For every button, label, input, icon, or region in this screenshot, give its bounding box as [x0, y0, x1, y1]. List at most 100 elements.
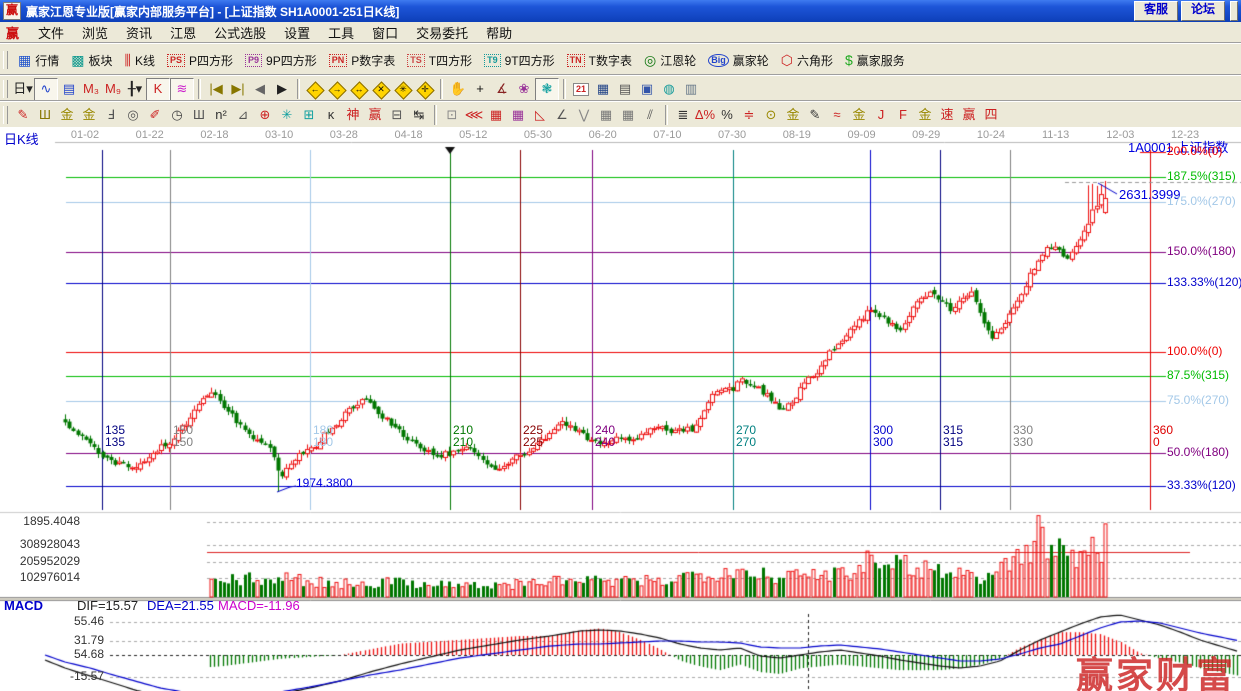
trend-curve-mode-icon[interactable]: ∿	[34, 78, 58, 101]
spiral-tool-icon[interactable]: ◎	[122, 105, 144, 126]
hexagon-button[interactable]: ⬡六角形	[775, 49, 839, 72]
goto-last-icon[interactable]: ▶|	[227, 79, 249, 100]
wave-valley-icon[interactable]: ⋁	[573, 105, 595, 126]
kline-period-menu-icon[interactable]: 日▾	[12, 79, 34, 100]
menu-browse[interactable]: 浏览	[73, 21, 117, 44]
p-square-button[interactable]: PSP四方形	[161, 49, 239, 72]
9p-square-button[interactable]: P99P四方形	[239, 49, 323, 72]
gann-rays-icon[interactable]: ⋘	[463, 105, 485, 126]
publish-web-icon[interactable]: ◍	[658, 79, 680, 100]
price-grid-icon[interactable]: ▦	[595, 105, 617, 126]
candle-style-menu-icon[interactable]: ╂▾	[124, 79, 146, 100]
calendar-icon[interactable]: 21	[570, 79, 592, 100]
trend-angle-lines-icon[interactable]: ∠	[551, 105, 573, 126]
date-axis-label: 11-13	[1042, 129, 1069, 142]
gann-grid-purple-icon[interactable]: ▦	[507, 105, 529, 126]
t-number-table-button[interactable]: TNT数字表	[561, 49, 638, 72]
cycle-comb-icon[interactable]: Ш	[188, 105, 210, 126]
four-angle-icon[interactable]: 四	[980, 105, 1002, 126]
compass-target-icon[interactable]: ⊕	[254, 105, 276, 126]
market-quotes-button[interactable]: ▦行情	[12, 49, 65, 72]
golden-section-icon[interactable]: 金	[848, 105, 870, 126]
angle-ruler-icon[interactable]: ⊿	[232, 105, 254, 126]
sectors-button[interactable]: ▩板块	[65, 49, 118, 72]
golden-lines-icon[interactable]: 金	[782, 105, 804, 126]
golden-angle-icon[interactable]: 金	[914, 105, 936, 126]
angle-measure-tool-icon[interactable]: ∡	[491, 79, 513, 100]
winner-service-button[interactable]: $赢家服务	[839, 49, 911, 72]
menu-gann[interactable]: 江恩	[161, 21, 205, 44]
winner-angle-icon[interactable]: 赢	[958, 105, 980, 126]
shrink-horizontal-icon[interactable]: ←	[304, 79, 326, 100]
menu-formula-stock-pick[interactable]: 公式选股	[205, 21, 275, 44]
pen-candle-icon[interactable]: ✎	[804, 105, 826, 126]
customer-service-button[interactable]: 客服	[1134, 1, 1178, 21]
crosshair-tool-icon[interactable]: +	[469, 79, 491, 100]
delta-percent-icon[interactable]: Δ%	[694, 105, 716, 126]
menu-help[interactable]: 帮助	[477, 21, 521, 44]
width-arrows-icon[interactable]: ↹	[408, 105, 430, 126]
bars-9-icon[interactable]: M₉	[102, 79, 124, 100]
calculator-icon[interactable]: ▦	[592, 79, 614, 100]
menu-tools[interactable]: 工具	[319, 21, 363, 44]
grid-target-icon[interactable]: ⊞	[298, 105, 320, 126]
stats-panel-icon[interactable]: ≣	[672, 105, 694, 126]
expand-all-icon[interactable]: ✳	[392, 79, 414, 100]
brain-tool-icon[interactable]: ❃	[535, 78, 559, 101]
grow-horizontal-icon[interactable]: →	[326, 79, 348, 100]
compress-chart-icon[interactable]: ✕	[370, 79, 392, 100]
page-right-icon[interactable]: ▶	[271, 79, 293, 100]
f-comb-icon[interactable]: Ⅎ	[100, 105, 122, 126]
gann-grid-red-icon[interactable]: ▦	[485, 105, 507, 126]
save-icon[interactable]: ▣	[636, 79, 658, 100]
winner-wheel-button[interactable]: Big赢家轮	[702, 49, 775, 72]
gann-fan-icon[interactable]: ◺	[529, 105, 551, 126]
notes-icon[interactable]: ▤	[614, 79, 636, 100]
gold-comb-1-icon[interactable]: 金	[56, 105, 78, 126]
expand-horizontal-icon[interactable]: ↔	[348, 79, 370, 100]
pen-tool-icon[interactable]: ✎	[12, 105, 34, 126]
9t-square-button[interactable]: T99T四方形	[478, 49, 561, 72]
titlebar-extra-button[interactable]	[1230, 1, 1238, 21]
marker-pen-icon[interactable]: ✐	[144, 105, 166, 126]
percent-lines-icon[interactable]: ≑	[738, 105, 760, 126]
wave-tool-icon[interactable]: ≈	[826, 105, 848, 126]
speed-angle-icon[interactable]: 速	[936, 105, 958, 126]
menu-trade-entrust[interactable]: 交易委托	[407, 21, 477, 44]
menu-file[interactable]: 文件	[29, 21, 73, 44]
menu-news[interactable]: 资讯	[117, 21, 161, 44]
percent-tool-icon[interactable]: %	[716, 105, 738, 126]
hand-tool-icon[interactable]: ✋	[447, 79, 469, 100]
gann-wheel-button[interactable]: ◎江恩轮	[638, 49, 702, 72]
menu-window[interactable]: 窗口	[363, 21, 407, 44]
page-left-icon[interactable]: ◀	[249, 79, 271, 100]
n-square-icon[interactable]: n²	[210, 105, 232, 126]
k-marks-icon[interactable]: ĸ	[320, 105, 342, 126]
workstation-icon[interactable]: ▥	[680, 79, 702, 100]
j-angle-icon[interactable]: J	[870, 105, 892, 126]
time-grid-icon[interactable]: ▦	[617, 105, 639, 126]
gold-comb-2-icon[interactable]: 金	[78, 105, 100, 126]
goto-first-icon[interactable]: |◀	[205, 79, 227, 100]
parallel-lines-icon[interactable]: ⫽	[639, 105, 661, 126]
f-angle-icon[interactable]: F	[892, 105, 914, 126]
grid-window-icon[interactable]: ⊡	[441, 105, 463, 126]
p-number-table-button[interactable]: PNP数字表	[323, 49, 402, 72]
star-cycle-icon[interactable]: ✳	[276, 105, 298, 126]
golden-circle-icon[interactable]: ⊙	[760, 105, 782, 126]
t-square-button[interactable]: TST四方形	[401, 49, 478, 72]
ying-grid-icon[interactable]: 赢	[364, 105, 386, 126]
flower-tool-icon[interactable]: ❀	[513, 79, 535, 100]
shen-grid-icon[interactable]: 神	[342, 105, 364, 126]
kline-chart-button[interactable]: ⫼K线	[119, 49, 161, 72]
volume-histogram-mode-icon[interactable]: ≋	[170, 78, 194, 101]
red-kline-mode-icon[interactable]: K	[146, 78, 170, 101]
menu-settings[interactable]: 设置	[275, 21, 319, 44]
reset-scale-icon[interactable]: ✛	[414, 79, 436, 100]
forum-button[interactable]: 论坛	[1181, 1, 1225, 21]
grid-123-icon[interactable]: ⊟	[386, 105, 408, 126]
info-panel-icon[interactable]: ▤	[58, 79, 80, 100]
bars-3-icon[interactable]: M₃	[80, 79, 102, 100]
time-clock-icon[interactable]: ◷	[166, 105, 188, 126]
time-comb-icon[interactable]: Ш	[34, 105, 56, 126]
